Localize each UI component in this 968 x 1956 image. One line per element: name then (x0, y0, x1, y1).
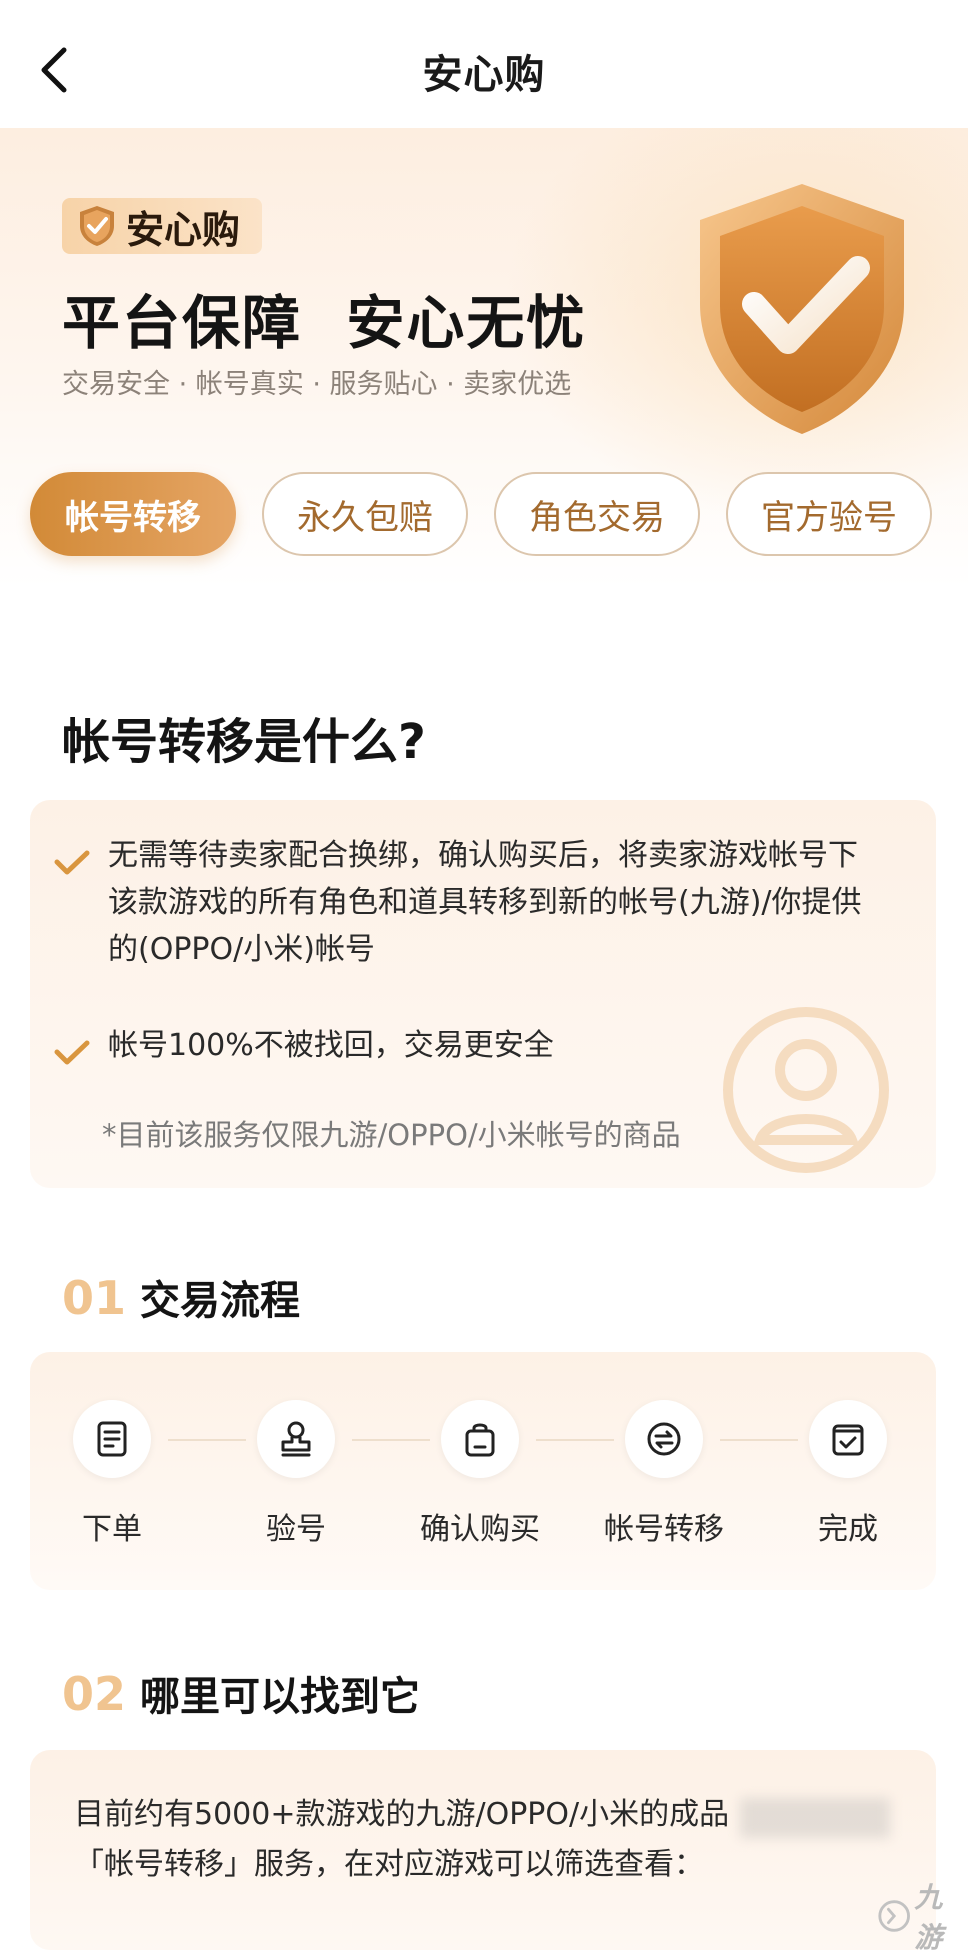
section-title-where: 02 哪里可以找到它 (62, 1664, 420, 1722)
tab-permanent-compensation[interactable]: 永久包赔 (262, 472, 468, 556)
info-card: 无需等待卖家配合换绑，确认购买后，将卖家游戏帐号下该款游戏的所有角色和道具转移到… (30, 800, 936, 1188)
step-label: 完成 (818, 1512, 878, 1547)
hero-subtitle: 交易安全 · 帐号真实 · 服务贴心 · 卖家优选 (62, 369, 572, 400)
hero-title: 平台保障 安心无忧 (62, 289, 587, 357)
section-label: 哪里可以找到它 (140, 1674, 421, 1720)
section-title-flow: 01 交易流程 (62, 1268, 300, 1326)
list-item: 帐号100%不被找回，交易更安全 (54, 1022, 868, 1069)
tab-role-trading[interactable]: 角色交易 (494, 472, 700, 556)
step-label: 验号 (266, 1512, 326, 1547)
find-text-line: 目前约有5000+款游戏的九游/OPPO/小米的成品 (74, 1797, 730, 1832)
step-icon-circle (257, 1400, 335, 1478)
step-icon-circle (73, 1400, 151, 1478)
transfer-icon (647, 1422, 681, 1456)
jiuyou-logo-icon (878, 1900, 910, 1932)
find-text: 目前约有5000+款游戏的九游/OPPO/小米的成品 「帐号转移」服务，在对应游… (74, 1790, 774, 1890)
flow-step-transfer: 帐号转移 (584, 1400, 744, 1548)
shield-check-icon (80, 206, 114, 246)
service-tabs: 帐号转移 永久包赔 角色交易 官方验号 (30, 472, 932, 556)
stamp-icon (281, 1421, 311, 1457)
section-label: 交易流程 (140, 1278, 301, 1324)
flow-step-verify: 验号 (216, 1400, 376, 1548)
tab-account-transfer[interactable]: 帐号转移 (30, 472, 236, 556)
check-icon (54, 1040, 90, 1065)
step-label: 下单 (82, 1512, 142, 1547)
flow-step-confirm: 确认购买 (400, 1400, 560, 1548)
flow-step-done: 完成 (768, 1400, 928, 1548)
flow-step-order: 下单 (32, 1400, 192, 1548)
list-item: 无需等待卖家配合换绑，确认购买后，将卖家游戏帐号下该款游戏的所有角色和道具转移到… (54, 832, 868, 973)
flow-card: 下单 验号 确认购买 帐号转移 完成 (30, 1352, 936, 1590)
bullet-text: 无需等待卖家配合换绑，确认购买后，将卖家游戏帐号下该款游戏的所有角色和道具转移到… (108, 838, 862, 967)
find-text-line: 「帐号转移」服务，在对应游戏可以筛选查看： (74, 1847, 704, 1882)
order-icon (97, 1421, 127, 1457)
navbar: 安心购 (0, 0, 968, 128)
blurred-area (740, 1798, 890, 1838)
watermark-text: 九游 (914, 1881, 943, 1954)
step-icon-circle (441, 1400, 519, 1478)
section-number: 01 (62, 1271, 127, 1325)
page-title: 安心购 (422, 52, 546, 98)
step-label: 帐号转移 (604, 1512, 724, 1547)
section-number: 02 (62, 1667, 127, 1721)
calendar-check-icon (832, 1424, 864, 1456)
shopping-bag-icon (465, 1423, 495, 1457)
step-icon-circle (625, 1400, 703, 1478)
find-card: 目前约有5000+款游戏的九游/OPPO/小米的成品 「帐号转移」服务，在对应游… (30, 1750, 936, 1950)
bullet-text: 帐号100%不被找回，交易更安全 (108, 1028, 554, 1063)
step-label: 确认购买 (420, 1512, 540, 1547)
shield-check-icon (700, 184, 904, 434)
section-title-what-is: 帐号转移是什么? (62, 714, 426, 770)
check-icon (54, 850, 90, 875)
brand-badge: 安心购 (62, 198, 263, 254)
tab-official-verification[interactable]: 官方验号 (726, 472, 932, 556)
service-note: *目前该服务仅限九游/OPPO/小米帐号的商品 (102, 1118, 681, 1152)
step-icon-circle (809, 1400, 887, 1478)
badge-label: 安心购 (126, 207, 241, 252)
watermark-logo: 九游 (876, 1876, 968, 1956)
